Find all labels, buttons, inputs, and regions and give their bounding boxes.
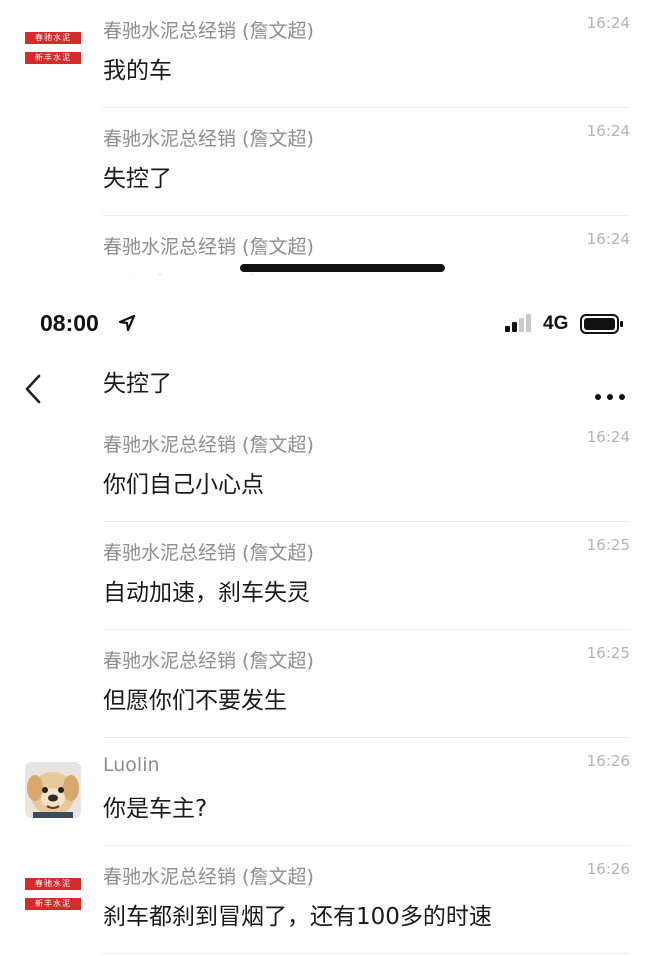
- message-time: 16:26: [586, 752, 630, 770]
- more-options-icon[interactable]: [594, 386, 626, 405]
- sender-avatar-dog-photo[interactable]: [25, 762, 81, 818]
- status-time: 08:00: [40, 310, 99, 336]
- message-time: 16:25: [586, 644, 630, 662]
- sender-name: 春驰水泥总经销 (詹文超): [103, 236, 314, 258]
- chat-title: 失控了: [103, 371, 172, 397]
- sender-avatar-logo[interactable]: 春驰水泥 新丰水泥: [25, 30, 81, 68]
- back-chevron-icon[interactable]: [24, 374, 42, 408]
- sender-name: Luolin: [103, 754, 160, 776]
- sender-name: 春驰水泥总经销 (詹文超): [103, 866, 314, 888]
- message-text: 我的车: [103, 58, 172, 84]
- sender-name: 春驰水泥总经销 (詹文超): [103, 128, 314, 150]
- message-item[interactable]: 春驰水泥总经销 (詹文超) 16:25 自动加速，刹车失灵: [0, 522, 650, 630]
- message-time: 16:25: [586, 536, 630, 554]
- message-item[interactable]: 春驰水泥总经销 (詹文超) 16:25 但愿你们不要发生: [0, 630, 650, 738]
- message-item[interactable]: Luolin 16:26 你是车主?: [0, 738, 650, 846]
- message-text: 自动加速，刹车失灵: [103, 580, 310, 606]
- signal-strength-icon: [505, 314, 535, 336]
- battery-icon: [580, 314, 624, 338]
- divider: [103, 953, 630, 954]
- network-type: 4G: [543, 313, 569, 334]
- sender-name: 春驰水泥总经销 (詹文超): [103, 542, 314, 564]
- sender-name: 春驰水泥总经销 (詹文超): [103, 434, 314, 456]
- message-item[interactable]: 春驰水泥 新丰水泥 春驰水泥总经销 (詹文超) 16:26 刹车都刹到冒烟了，还…: [0, 846, 650, 954]
- redaction-line: [240, 264, 445, 272]
- message-time: 16:24: [586, 122, 630, 140]
- message-time: 16:24: [586, 14, 630, 32]
- sender-name: 春驰水泥总经销 (詹文超): [103, 20, 314, 42]
- status-bar: 08:00 4G: [0, 300, 650, 350]
- logo-text: 春驰水泥: [35, 879, 71, 888]
- logo-text: 春驰水泥: [35, 33, 71, 42]
- logo-text: 新丰水泥: [35, 53, 71, 62]
- navigation-bar: 失控了: [0, 350, 650, 414]
- sender-name: 春驰水泥总经销 (詹文超): [103, 650, 314, 672]
- previous-screenshot-section: 春驰水泥 新丰水泥 春驰水泥总经销 (詹文超) 16:24 我的车 春驰水泥总经…: [0, 0, 650, 275]
- message-item[interactable]: 春驰水泥 新丰水泥 春驰水泥总经销 (詹文超) 16:24 我的车: [0, 0, 650, 108]
- message-text: 你是车主?: [103, 796, 208, 822]
- location-arrow-icon: [118, 314, 136, 336]
- logo-text: 新丰水泥: [35, 899, 71, 908]
- message-item[interactable]: 春驰水泥总经销 (詹文超) 16:24 失控了: [0, 108, 650, 216]
- message-time: 16:24: [586, 230, 630, 248]
- message-time: 16:24: [586, 428, 630, 446]
- message-time: 16:26: [586, 860, 630, 878]
- message-text: 但愿你们不要发生: [103, 688, 287, 714]
- sender-avatar-logo[interactable]: 春驰水泥 新丰水泥: [25, 876, 81, 914]
- message-item[interactable]: 春驰水泥总经销 (詹文超) 16:24 你们自己小心点: [0, 414, 650, 522]
- message-text: 刹车都刹到冒烟了，还有100多的时速: [103, 904, 492, 930]
- message-text: 你们自己小心点: [103, 472, 264, 498]
- message-text: 失控了: [103, 166, 172, 192]
